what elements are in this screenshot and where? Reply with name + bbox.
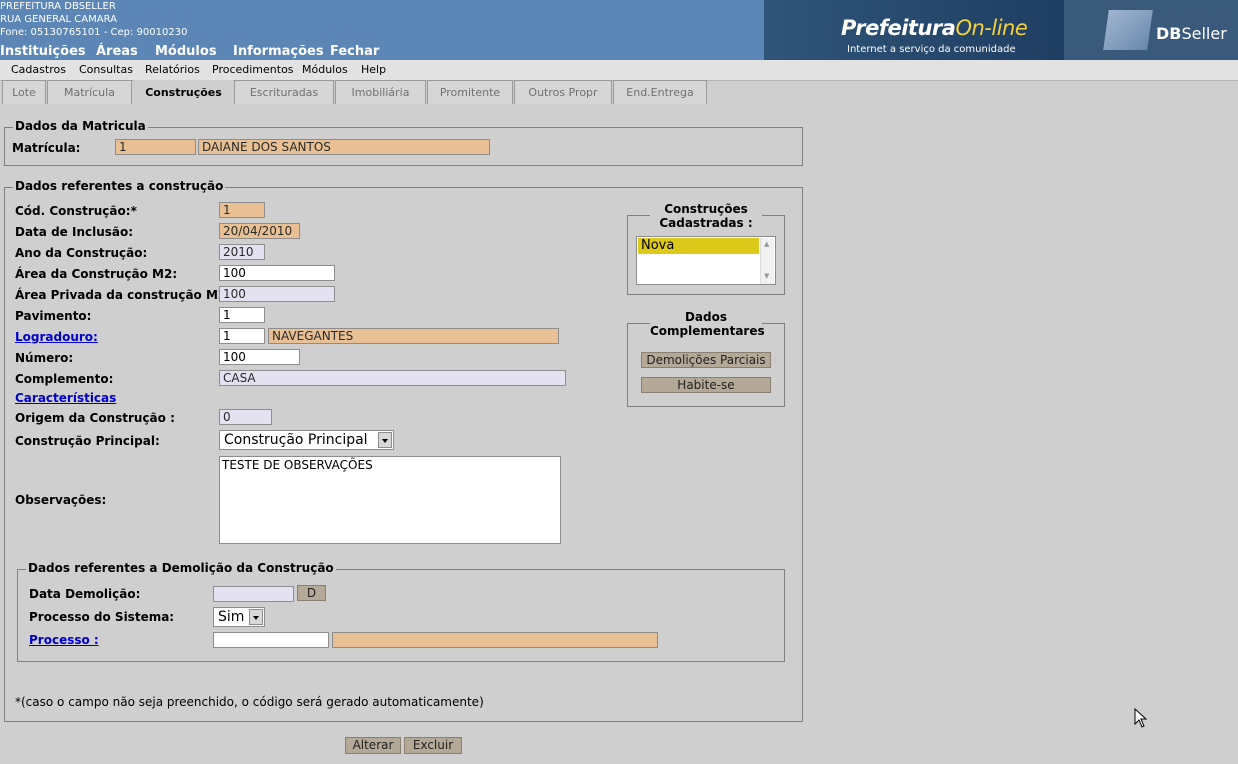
banner-title-a: Prefeitura	[841, 16, 956, 40]
prefeitura-online-logo: PrefeituraOn-line	[841, 16, 1028, 40]
origem-construcao-label: Origem da Construção :	[15, 411, 175, 425]
cadastradas-legend-line1: Construções	[664, 202, 748, 216]
tab-lote[interactable]: Lote	[2, 80, 46, 104]
demolicao-legend: Dados referentes a Demolição da Construç…	[26, 561, 336, 575]
date-picker-button[interactable]: D	[297, 585, 326, 601]
submenu-procedimentos[interactable]: Procedimentos	[212, 63, 294, 76]
logradouro-name-field[interactable]: NAVEGANTES	[268, 328, 559, 344]
processo-sistema-value: Sim	[218, 609, 245, 625]
complemento-field[interactable]: CASA	[219, 370, 566, 386]
construcao-principal-label: Construção Principal:	[15, 434, 160, 448]
org-name: PREFEITURA DBSELLER	[0, 1, 116, 12]
submenu-consultas[interactable]: Consultas	[79, 63, 133, 76]
submenu-cadastros[interactable]: Cadastros	[11, 63, 66, 76]
tab-end-entrega[interactable]: End.Entrega	[613, 80, 707, 104]
scroll-up-icon[interactable]: ▲	[764, 240, 769, 248]
list-item[interactable]: Nova	[638, 238, 759, 254]
construcao-principal-value: Construção Principal	[224, 432, 368, 448]
origem-construcao-field[interactable]: 0	[219, 409, 272, 425]
footnote: *(caso o campo não seja preenchido, o có…	[15, 695, 484, 709]
top-menu-instituicoes[interactable]: Instituições	[0, 44, 86, 59]
cod-construcao-label: Cód. Construção:*	[15, 204, 137, 218]
complemento-label: Complemento:	[15, 372, 114, 386]
ano-construcao-label: Ano da Construção:	[15, 246, 148, 260]
excluir-button[interactable]: Excluir	[404, 737, 462, 754]
submenu-help[interactable]: Help	[361, 63, 386, 76]
app-header: PREFEITURA DBSELLER RUA GENERAL CAMARA F…	[0, 0, 1238, 60]
data-demolicao-field[interactable]	[213, 586, 294, 602]
data-inclusao-label: Data de Inclusão:	[15, 225, 134, 239]
top-menu-modulos[interactable]: Módulos	[155, 44, 217, 59]
pavimento-field[interactable]: 1	[219, 307, 265, 323]
tab-imobiliaria[interactable]: Imobiliária	[335, 80, 426, 104]
processo-sistema-label: Processo do Sistema:	[29, 610, 175, 624]
habite-se-button[interactable]: Habite-se	[641, 377, 771, 393]
top-menu-fechar[interactable]: Fechar	[330, 44, 379, 59]
data-demolicao-label: Data Demolição:	[29, 587, 141, 601]
cadastradas-list[interactable]: Nova ▲ ▼	[636, 236, 776, 285]
demolicoes-parciais-button[interactable]: Demolições Parciais	[641, 352, 771, 368]
matricula-legend: Dados da Matricula	[13, 119, 148, 133]
pavimento-label: Pavimento:	[15, 309, 92, 323]
tab-construcoes[interactable]: Construções	[134, 80, 233, 107]
org-contact: Fone: 05130765101 - Cep: 90010230	[0, 27, 188, 38]
matricula-number-field[interactable]: 1	[115, 139, 196, 155]
matricula-name-field[interactable]: DAIANE DOS SANTOS	[198, 139, 490, 155]
banner-subtitle: Internet a serviço da comunidade	[847, 44, 1016, 55]
org-address: RUA GENERAL CAMARA	[0, 14, 117, 25]
processo-desc-field[interactable]	[332, 632, 658, 648]
sub-menu: Cadastros Consultas Relatórios Procedime…	[0, 60, 1238, 81]
submenu-relatorios[interactable]: Relatórios	[145, 63, 200, 76]
complementares-legend-line1: Dados	[684, 310, 728, 324]
matricula-label: Matrícula:	[12, 141, 81, 155]
dbseller-logo-icon	[1103, 10, 1153, 50]
construcao-legend: Dados referentes a construção	[13, 179, 226, 193]
processo-link[interactable]: Processo :	[29, 633, 99, 647]
caracteristicas-link[interactable]: Características	[15, 391, 116, 405]
complementares-legend: Dados Complementares	[650, 310, 765, 338]
chevron-down-icon[interactable]	[249, 609, 263, 625]
complementares-legend-line2: Complementares	[650, 324, 765, 338]
logradouro-link[interactable]: Logradouro:	[15, 330, 98, 344]
area-privada-field[interactable]: 100	[219, 286, 335, 302]
processo-sistema-select[interactable]: Sim	[213, 607, 265, 627]
numero-field[interactable]: 100	[219, 349, 300, 365]
area-privada-label: Área Privada da construção M2:	[15, 288, 232, 302]
banner-title-b: On-line	[955, 16, 1028, 40]
tab-promitente[interactable]: Promitente	[427, 80, 513, 104]
tab-escrituradas[interactable]: Escrituradas	[234, 80, 334, 104]
cadastradas-legend: Construções Cadastradas :	[650, 202, 762, 230]
tab-bar: Lote Matrícula Construções Escrituradas …	[0, 80, 710, 107]
list-scrollbar[interactable]: ▲ ▼	[760, 238, 774, 284]
cadastradas-legend-line2: Cadastradas :	[659, 216, 753, 230]
banner: PrefeituraOn-line Internet a serviço da …	[764, 0, 1238, 60]
logradouro-code-field[interactable]: 1	[219, 328, 265, 344]
dbseller-brand: DBSeller	[1064, 0, 1238, 60]
observacoes-label: Observações:	[15, 493, 107, 507]
data-inclusao-field[interactable]: 20/04/2010	[219, 223, 300, 239]
dbseller-wordmark: DBSeller	[1156, 24, 1227, 43]
alterar-button[interactable]: Alterar	[345, 737, 401, 754]
area-construcao-label: Área da Construção M2:	[15, 267, 178, 281]
mouse-cursor-icon	[1134, 708, 1148, 728]
brand-a: DB	[1156, 24, 1182, 43]
scroll-down-icon[interactable]: ▼	[764, 272, 769, 280]
tab-outros-propr[interactable]: Outros Propr	[514, 80, 612, 104]
chevron-down-icon[interactable]	[378, 432, 392, 448]
top-menu-areas[interactable]: Áreas	[96, 44, 138, 59]
area-construcao-field[interactable]: 100	[219, 265, 335, 281]
ano-construcao-field[interactable]: 2010	[219, 244, 265, 260]
cod-construcao-field[interactable]: 1	[219, 202, 265, 218]
processo-code-field[interactable]	[213, 632, 329, 648]
numero-label: Número:	[15, 351, 74, 365]
construcao-principal-select[interactable]: Construção Principal	[219, 430, 394, 450]
top-menu-informacoes[interactable]: Informações	[233, 44, 324, 59]
brand-b: Seller	[1181, 24, 1227, 43]
submenu-modulos[interactable]: Módulos	[302, 63, 348, 76]
observacoes-textarea[interactable]: TESTE DE OBSERVAÇÕES	[219, 456, 561, 544]
tab-matricula[interactable]: Matrícula	[47, 80, 132, 104]
